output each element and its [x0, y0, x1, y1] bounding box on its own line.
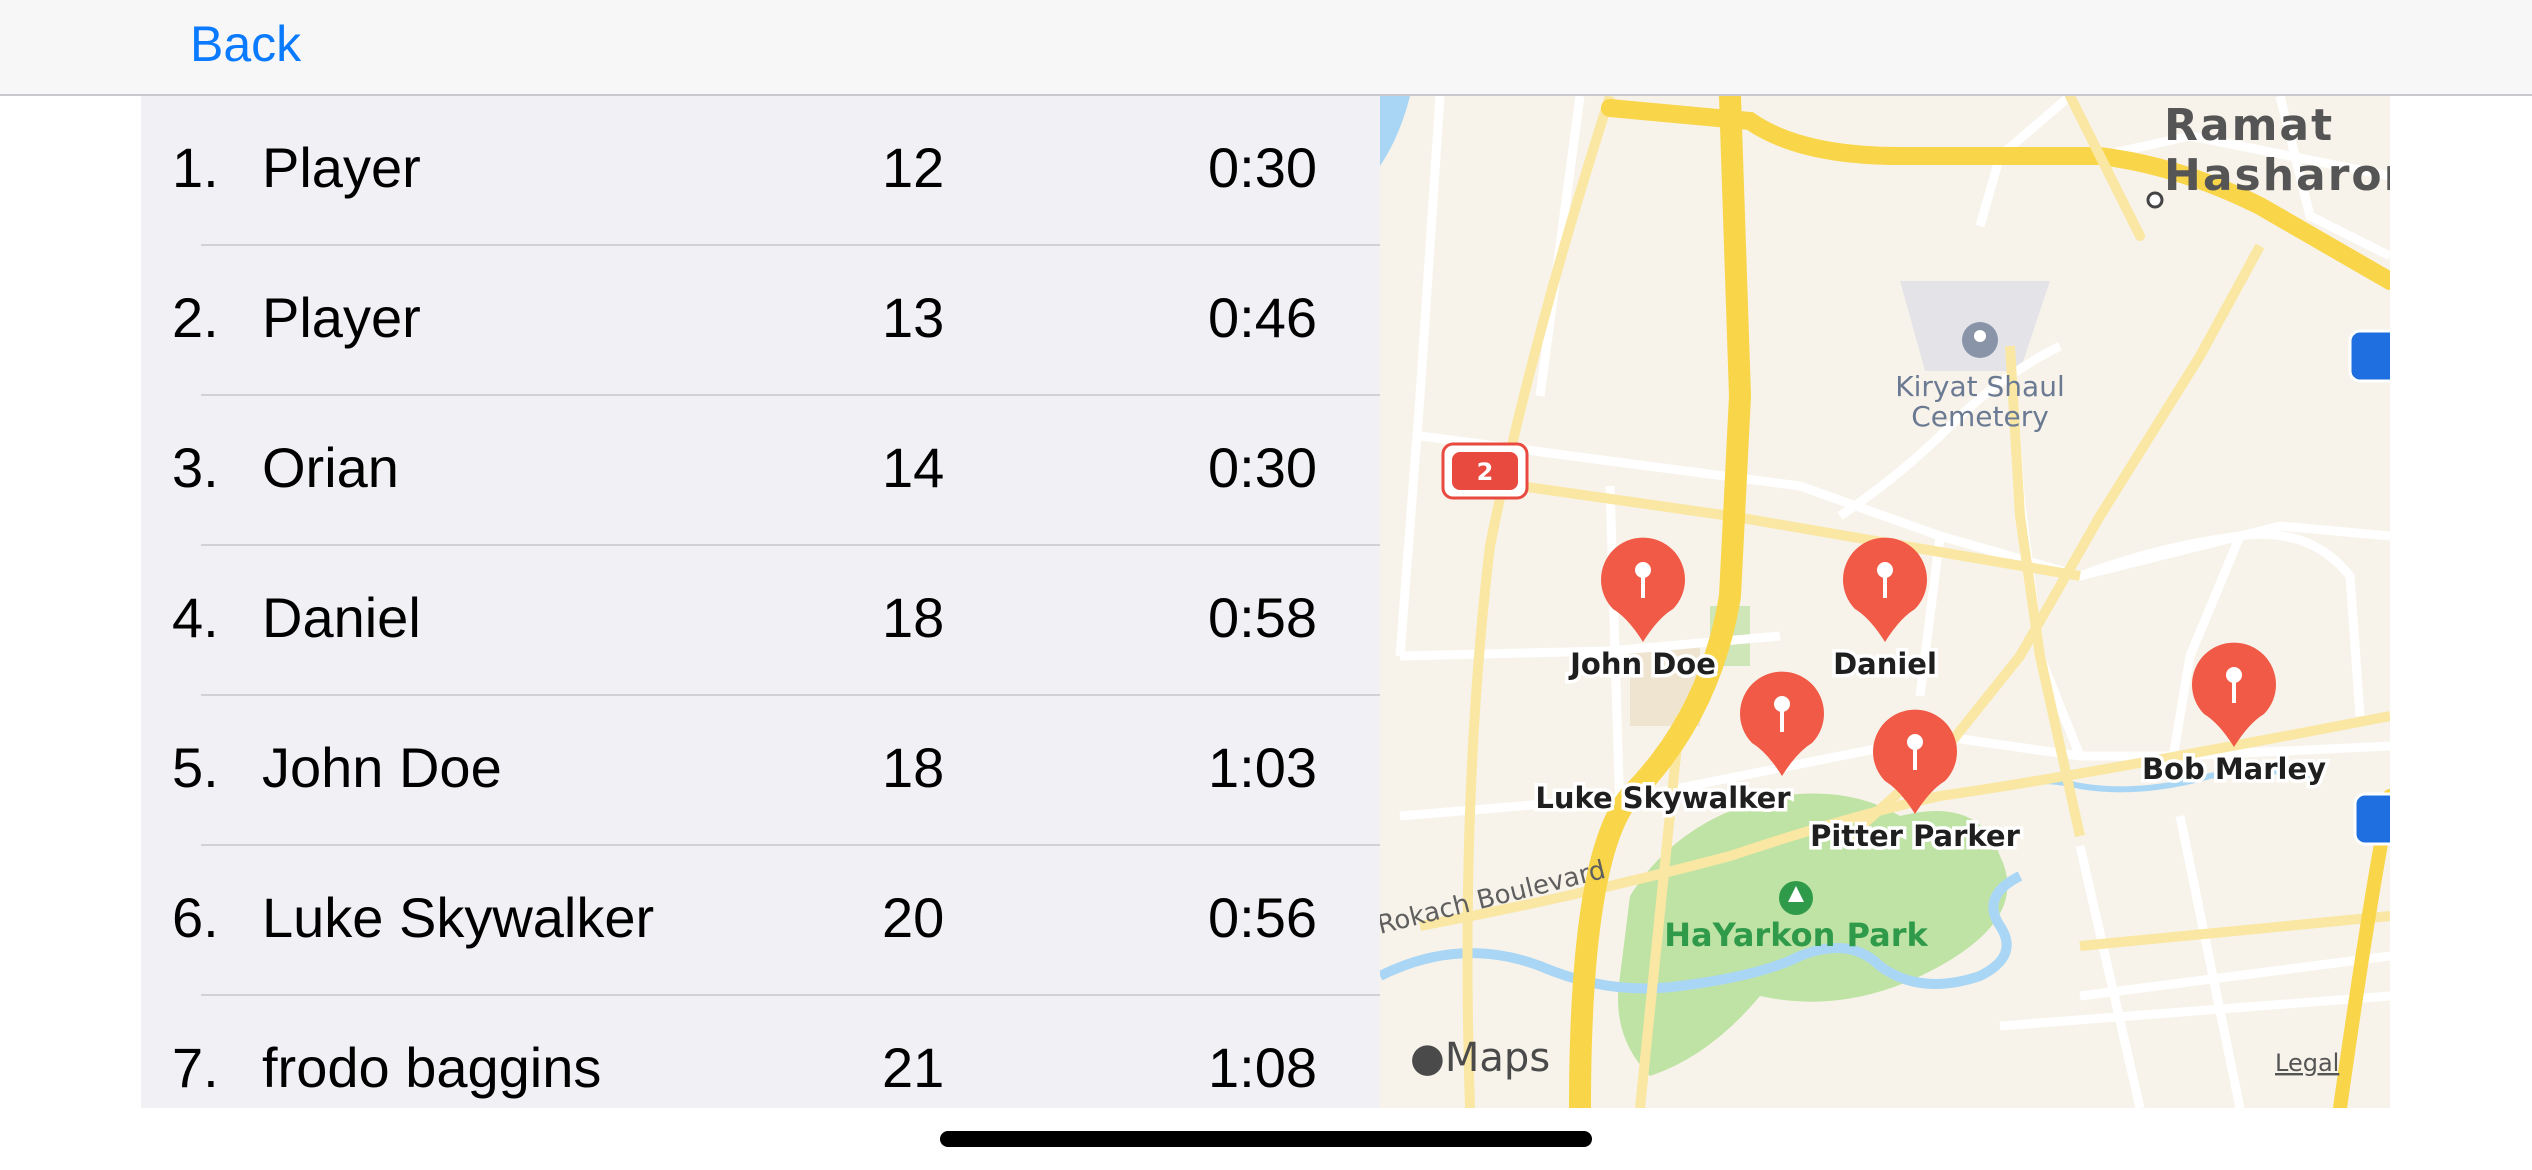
- rank-label: 1.: [172, 136, 219, 199]
- map-pin-bob-marley[interactable]: Bob Marley: [2138, 642, 2330, 790]
- leaderboard-table[interactable]: 1. Player 12 0:30 2. Player 13 0:46 3. O…: [141, 96, 1380, 1108]
- time-value: 0:58: [1208, 586, 1317, 649]
- back-button[interactable]: Back: [190, 14, 301, 74]
- steps-count: 14: [882, 436, 945, 499]
- cemetery-label: Cemetery: [1911, 400, 2049, 433]
- time-value: 1:08: [1208, 1036, 1317, 1099]
- route-shield-label: 2: [1477, 458, 1494, 486]
- cemetery-icon-glyph: [1974, 330, 1986, 342]
- steps-count: 13: [882, 286, 945, 349]
- table-row[interactable]: 3. Orian 14 0:30: [141, 396, 1380, 546]
- city-label: Ramat: [2164, 100, 2334, 151]
- steps-count: 18: [882, 736, 945, 799]
- city-marker: [2146, 191, 2164, 209]
- table-row[interactable]: 1. Player 12 0:30: [141, 96, 1380, 246]
- steps-count: 18: [882, 586, 945, 649]
- route-shield: 2: [1441, 442, 1529, 500]
- table-row[interactable]: 2. Player 13 0:46: [141, 246, 1380, 396]
- table-row[interactable]: 4. Daniel 18 0:58: [141, 546, 1380, 696]
- player-name: Luke Skywalker: [262, 886, 655, 949]
- player-name: Daniel: [262, 586, 421, 649]
- map-canvas: 2 Ramat Hasharon Kiryat Shaul Cemetery H…: [1380, 96, 2390, 1108]
- highway-shield: [2348, 329, 2390, 383]
- park-label: HaYarkon Park: [1664, 916, 1928, 954]
- rank-label: 2.: [172, 286, 219, 349]
- pin-label: Luke Skywalker: [1535, 781, 1791, 815]
- rank-label: 7.: [172, 1036, 219, 1099]
- rank-label: 3.: [172, 436, 219, 499]
- highway-shield: [2353, 792, 2390, 846]
- map-pin-pitter-parker[interactable]: Pitter Parker: [1807, 709, 2024, 857]
- apple-logo-icon: ●: [1410, 1035, 1445, 1081]
- table-row[interactable]: 6. Luke Skywalker 20 0:56: [141, 846, 1380, 996]
- city-label: Hasharon: [2164, 150, 2390, 201]
- pin-label: Pitter Parker: [1810, 819, 2021, 853]
- time-value: 0:30: [1208, 436, 1317, 499]
- legal-link[interactable]: Legal: [2275, 1049, 2339, 1077]
- map-pin-john-doe[interactable]: John Doe: [1565, 537, 1719, 685]
- player-name: John Doe: [262, 736, 502, 799]
- rank-label: 6.: [172, 886, 219, 949]
- time-value: 0:56: [1208, 886, 1317, 949]
- player-name: Player: [262, 136, 421, 199]
- home-indicator[interactable]: [940, 1131, 1592, 1147]
- rank-label: 4.: [172, 586, 219, 649]
- cemetery-label: Kiryat Shaul: [1895, 370, 2064, 403]
- time-value: 0:46: [1208, 286, 1317, 349]
- steps-count: 20: [882, 886, 945, 949]
- pin-label: Daniel: [1833, 647, 1937, 681]
- player-name: Orian: [262, 436, 399, 499]
- steps-count: 12: [882, 136, 945, 199]
- navigation-bar: Back: [0, 0, 2532, 96]
- table-row[interactable]: 7. frodo baggins 21 1:08: [141, 996, 1380, 1108]
- time-value: 1:03: [1208, 736, 1317, 799]
- map-pin-daniel[interactable]: Daniel: [1830, 537, 1940, 685]
- time-value: 0:30: [1208, 136, 1317, 199]
- rank-label: 5.: [172, 736, 219, 799]
- map-view[interactable]: 2 Ramat Hasharon Kiryat Shaul Cemetery H…: [1380, 96, 2390, 1108]
- table-row[interactable]: 5. John Doe 18 1:03: [141, 696, 1380, 846]
- pin-label: Bob Marley: [2142, 752, 2326, 786]
- player-name: Player: [262, 286, 421, 349]
- maps-attribution: ●Maps: [1410, 1035, 1550, 1081]
- pin-label: John Doe: [1568, 647, 1716, 681]
- player-name: frodo baggins: [262, 1036, 602, 1099]
- water-area: [1380, 96, 1410, 166]
- steps-count: 21: [882, 1036, 945, 1099]
- attribution-label: Maps: [1445, 1035, 1550, 1081]
